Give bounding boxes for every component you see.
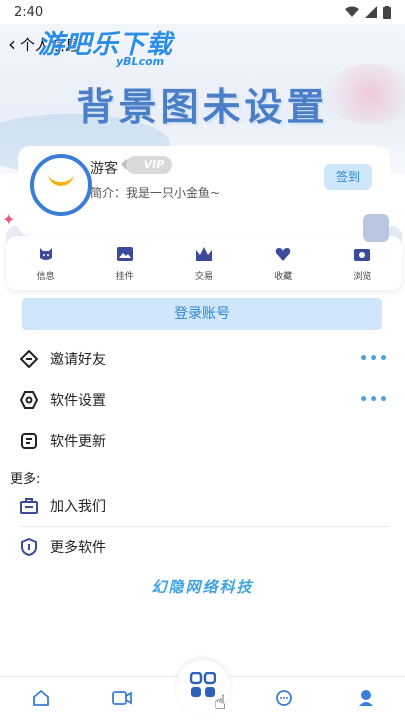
shield-icon bbox=[20, 538, 38, 556]
apps-icon bbox=[189, 671, 217, 702]
quick-label: 浏览 bbox=[353, 271, 372, 282]
quick-label: 交易 bbox=[194, 271, 213, 282]
quick-item-trade[interactable]: 交易 bbox=[174, 245, 234, 282]
quick-menu: 信息 挂件 交易 收藏 浏览 bbox=[6, 236, 402, 290]
menu-item-invite[interactable]: 邀请好友 ••• bbox=[0, 339, 405, 379]
quick-label: 收藏 bbox=[274, 271, 293, 282]
wifi-icon bbox=[345, 6, 359, 17]
video-icon[interactable] bbox=[111, 687, 133, 709]
more-dots-icon[interactable]: ••• bbox=[359, 351, 389, 367]
chat-icon[interactable] bbox=[273, 687, 295, 709]
profile-icon[interactable] bbox=[355, 687, 377, 709]
status-time: 2:40 bbox=[14, 4, 44, 20]
home-icon[interactable] bbox=[30, 687, 52, 709]
banner-title: 背景图未设置 bbox=[76, 85, 329, 129]
hexagon-settings-icon bbox=[20, 391, 38, 409]
join-icon bbox=[20, 497, 38, 515]
share-icon bbox=[20, 350, 38, 368]
status-icons bbox=[345, 5, 391, 19]
profile-intro: 简介：我是一只小金鱼~ bbox=[90, 186, 221, 200]
watermark-logo: 游吧乐下载 yBLcom bbox=[38, 24, 173, 68]
update-icon bbox=[20, 432, 38, 450]
sparkle-decoration-icon: ✦ bbox=[2, 210, 16, 229]
cat-icon bbox=[37, 245, 55, 263]
quick-label: 信息 bbox=[36, 271, 55, 282]
heart-icon bbox=[274, 245, 292, 263]
profile-card: 游客 ◆ VIP 简介：我是一只小金鱼~ 签到 bbox=[18, 146, 390, 236]
quick-label: 挂件 bbox=[115, 271, 134, 282]
crown-icon bbox=[195, 245, 213, 263]
quick-item-favorite[interactable]: 收藏 bbox=[253, 245, 313, 282]
avatar[interactable] bbox=[30, 154, 92, 216]
vip-badge[interactable]: VIP bbox=[126, 156, 172, 174]
menu-label: 软件设置 bbox=[50, 393, 106, 409]
battery-icon bbox=[383, 5, 391, 19]
login-button[interactable]: 登录账号 bbox=[22, 298, 382, 330]
menu-label: 邀请好友 bbox=[50, 352, 106, 368]
username: 游客 bbox=[90, 161, 118, 177]
back-arrow-icon[interactable]: ‹ bbox=[8, 32, 16, 56]
quick-item-pendant[interactable]: 挂件 bbox=[95, 245, 155, 282]
image-icon bbox=[116, 245, 134, 263]
menu-label: 更多软件 bbox=[50, 540, 106, 556]
menu-item-join[interactable]: 加入我们 bbox=[0, 486, 405, 526]
camera-icon bbox=[353, 245, 371, 263]
menu-item-settings[interactable]: 软件设置 ••• bbox=[0, 380, 405, 420]
signal-icon bbox=[365, 6, 377, 18]
menu-label: 加入我们 bbox=[50, 499, 106, 515]
smile-icon bbox=[48, 168, 74, 186]
quick-item-info[interactable]: 信息 bbox=[16, 245, 76, 282]
more-dots-icon[interactable]: ••• bbox=[359, 392, 389, 408]
quick-item-browse[interactable]: 浏览 bbox=[332, 245, 392, 282]
menu-item-more-apps[interactable]: 更多软件 bbox=[0, 527, 405, 567]
status-bar: 2:40 bbox=[0, 0, 405, 24]
company-name: 幻隐网络科技 bbox=[151, 578, 254, 596]
menu-label: 软件更新 bbox=[50, 434, 106, 450]
checkin-button[interactable]: 签到 bbox=[324, 164, 372, 190]
pointer-hand-icon: ☝ bbox=[214, 690, 227, 714]
mascot-decoration-icon bbox=[363, 214, 389, 242]
more-section-header: 更多: bbox=[10, 472, 41, 487]
menu-item-update[interactable]: 软件更新 bbox=[0, 421, 405, 461]
